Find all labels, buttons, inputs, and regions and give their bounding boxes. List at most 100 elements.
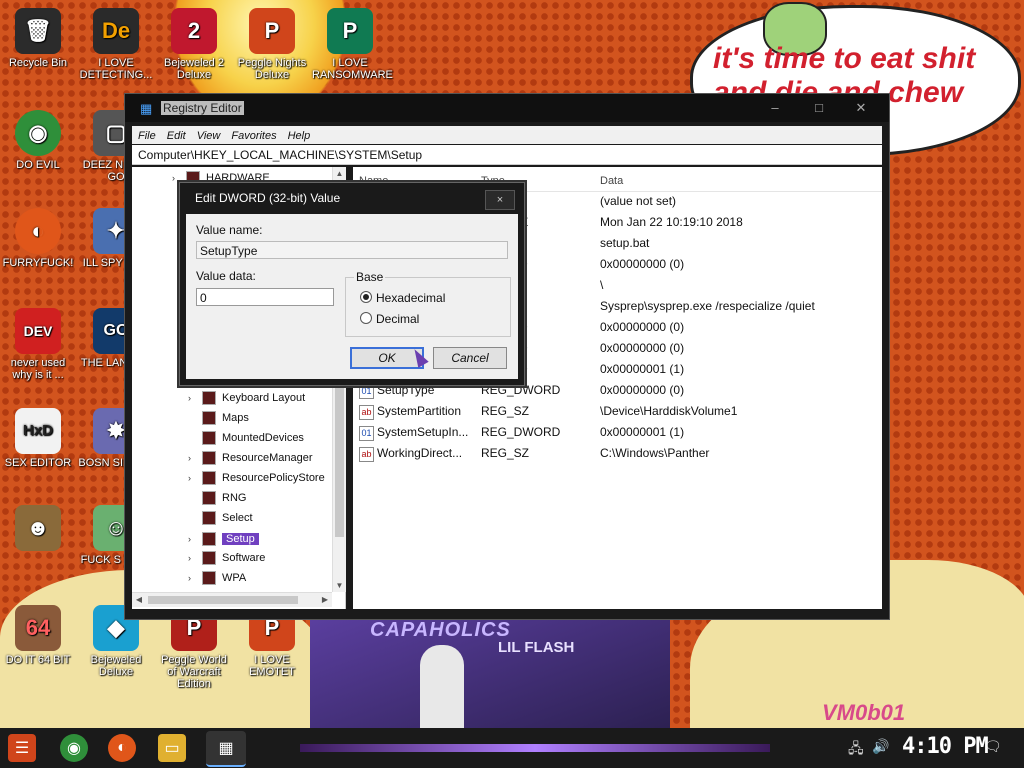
volume-icon[interactable]: 🔊	[872, 738, 889, 755]
hexadecimal-radio[interactable]: Hexadecimal	[360, 291, 445, 305]
scroll-right-icon[interactable]: ▶	[318, 593, 332, 607]
desktop-icon-firefox[interactable]: ◐ FURRYFUCK!	[0, 208, 76, 269]
tree-item-setup[interactable]: › Setup	[188, 530, 259, 548]
scroll-down-icon[interactable]: ▼	[333, 579, 346, 592]
folder-icon	[202, 491, 216, 506]
expand-icon[interactable]: ›	[188, 389, 202, 407]
value-data-field[interactable]: 0	[196, 288, 334, 306]
table-row[interactable]: ab SystemPartition REG_SZ \Device\HarddiskV…	[353, 401, 882, 422]
expand-icon[interactable]: ›	[188, 530, 202, 548]
notifications-icon[interactable]: 🗨	[984, 738, 1002, 755]
folder-icon	[202, 532, 216, 547]
taskbar-chrome-icon[interactable]: ◉	[60, 734, 88, 762]
recycle-bin-icon: 🗑	[15, 8, 61, 54]
tree-item-label: Select	[222, 512, 253, 524]
tree-item-label: ResourcePolicyStore	[222, 472, 325, 484]
desktop-icon-label: Peggle World of Warcraft Edition	[161, 654, 227, 690]
cell-data: 0x00000000 (0)	[600, 320, 685, 334]
menu-bar: File Edit View Favorites Help	[132, 126, 882, 144]
radio-icon	[360, 312, 372, 324]
decimal-radio[interactable]: Decimal	[360, 312, 419, 326]
regedit-icon: ▦	[140, 101, 153, 116]
string-value-icon: ab	[359, 405, 374, 420]
cell-data: 0x00000000 (0)	[600, 341, 685, 355]
cell-type: REG_SZ	[481, 404, 530, 418]
scroll-left-icon[interactable]: ◀	[132, 593, 146, 607]
scroll-up-icon[interactable]: ▲	[333, 167, 346, 180]
taskbar-explorer-icon[interactable]: ▭	[158, 734, 186, 762]
table-row[interactable]: ab WorkingDirect... REG_SZ C:\Windows\Panth…	[353, 443, 882, 464]
tree-item-mounted-devices[interactable]: MountedDevices	[188, 429, 304, 447]
app-icon: 64	[15, 605, 61, 651]
tree-horizontal-scrollbar[interactable]: ◀ ▶	[132, 592, 332, 607]
desktop-icon-peggle-nights[interactable]: P Peggle Nights Deluxe	[234, 8, 310, 81]
scrollbar-thumb[interactable]	[148, 596, 298, 604]
value-data-label: Value data:	[196, 269, 256, 283]
close-button[interactable]: ✕	[847, 100, 875, 116]
taskbar-decoration	[300, 744, 770, 752]
base-label: Base	[354, 270, 386, 284]
title-bar[interactable]: ▦ Registry Editor – □ ✕	[125, 94, 889, 122]
desktop-icon-bejeweled-2[interactable]: 2 Bejeweled 2 Deluxe	[156, 8, 232, 81]
minimize-button[interactable]: –	[761, 100, 789, 116]
tree-item-resource-manager[interactable]: › ResourceManager	[188, 449, 313, 467]
tree-item-select[interactable]: Select	[188, 509, 253, 527]
menu-edit[interactable]: Edit	[161, 128, 191, 142]
expand-icon[interactable]: ›	[188, 469, 202, 487]
desktop-icon-label: FURRYFUCK!	[2, 257, 74, 269]
desktop-icon-hxd[interactable]: HxD SEX EDITOR	[0, 408, 76, 469]
expand-icon[interactable]: ›	[188, 569, 202, 587]
tree-item-wpa[interactable]: › WPA	[188, 569, 246, 587]
edit-dword-dialog[interactable]: Edit DWORD (32-bit) Value × Value name: …	[179, 182, 525, 386]
cell-data: \Device\HarddiskVolume1	[600, 404, 738, 418]
desktop-icon-detecting[interactable]: De I LOVE DETECTING...	[78, 8, 154, 81]
desktop-icon-portrait[interactable]: ☻	[0, 505, 76, 554]
taskbar-regedit-icon[interactable]: ▦	[206, 731, 246, 767]
taskbar-clock[interactable]: 4:10 PM	[902, 734, 989, 759]
tree-item-software[interactable]: › Software	[188, 549, 265, 567]
column-data[interactable]: Data	[600, 175, 623, 187]
start-button[interactable]: ☰	[8, 734, 36, 762]
tree-item-label: ResourceManager	[222, 452, 313, 464]
cell-data: 0x00000000 (0)	[600, 383, 685, 397]
desktop-icon-64bit[interactable]: 64 DO IT 64 BIT	[0, 605, 76, 666]
desktop-icon-label: SEX EDITOR	[4, 457, 72, 469]
menu-file[interactable]: File	[132, 128, 161, 142]
tree-item-rng[interactable]: RNG	[188, 489, 246, 507]
tree-item-keyboard-layout[interactable]: › Keyboard Layout	[188, 389, 305, 407]
tree-item-maps[interactable]: Maps	[188, 409, 249, 427]
desktop-icon-label: I LOVE EMOTET	[249, 654, 295, 678]
cell-data: 0x00000001 (1)	[600, 362, 685, 376]
chrome-icon: ◉	[15, 110, 61, 156]
peggle-icon: P	[249, 8, 295, 54]
desktop-icon-recycle-bin[interactable]: 🗑 Recycle Bin	[0, 8, 76, 69]
cell-data: 0x00000001 (1)	[600, 425, 685, 439]
menu-view[interactable]: View	[191, 128, 226, 142]
menu-help[interactable]: Help	[282, 128, 316, 142]
cell-data: Mon Jan 22 10:19:10 2018	[600, 215, 743, 229]
network-icon[interactable]: 🖧	[848, 738, 864, 762]
tree-item-label: Setup	[222, 533, 259, 545]
expand-icon[interactable]: ›	[188, 449, 202, 467]
dialog-close-button[interactable]: ×	[485, 190, 515, 210]
cell-name: WorkingDirect...	[377, 446, 463, 460]
cancel-button[interactable]: Cancel	[433, 347, 507, 369]
table-row[interactable]: 01 SystemSetupIn... REG_DWORD 0x00000001 (1…	[353, 422, 882, 443]
desktop-icon-label: DO EVIL	[16, 159, 60, 171]
desktop-icon-ransomware[interactable]: P I LOVE RANSOMWARE	[312, 8, 393, 81]
desktop-icon-label: never used why is it ...	[10, 357, 66, 381]
desktop-icon-devcpp[interactable]: DEV never used why is it ...	[0, 308, 76, 381]
folder-icon	[202, 551, 216, 566]
tree-item-label: WPA	[222, 572, 247, 584]
desktop-icon-label: I LOVE RANSOMWARE	[312, 57, 393, 81]
desktop: CAPAHOLICS LIL FLASH VM0b01 it's time to…	[0, 0, 1024, 768]
app-icon: De	[93, 8, 139, 54]
maximize-button[interactable]: □	[805, 100, 833, 116]
expand-icon[interactable]: ›	[188, 549, 202, 567]
menu-favorites[interactable]: Favorites	[225, 128, 281, 142]
desktop-icon-do-evil[interactable]: ◉ DO EVIL	[0, 110, 76, 171]
cell-data: C:\Windows\Panther	[600, 446, 710, 460]
tree-item-resource-policy-store[interactable]: › ResourcePolicyStore	[188, 469, 325, 487]
address-bar[interactable]: Computer\HKEY_LOCAL_MACHINE\SYSTEM\Setup	[132, 145, 882, 165]
taskbar-firefox-icon[interactable]: ◐	[108, 734, 136, 762]
